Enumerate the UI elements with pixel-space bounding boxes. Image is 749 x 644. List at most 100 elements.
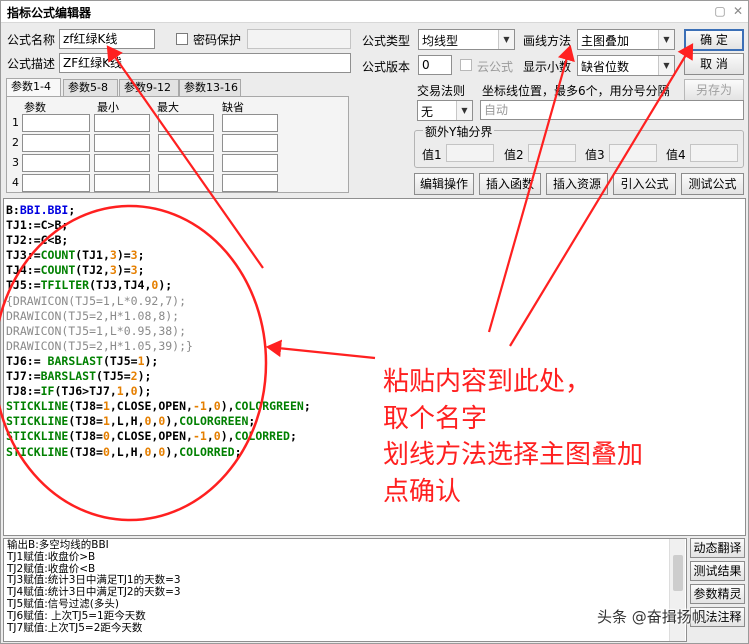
param-row-number: 2 xyxy=(12,136,19,149)
param-row-number: 1 xyxy=(12,116,19,129)
code-token: 1 xyxy=(102,414,110,429)
code-token: {DRAWICON(TJ5=1,L*0.92,7); xyxy=(6,293,187,308)
code-token: 3 xyxy=(109,263,117,278)
code-token: STICKLINE xyxy=(6,444,69,459)
y-value-4-input[interactable] xyxy=(690,144,738,162)
code-token: ), xyxy=(165,444,180,459)
import-formula-button[interactable]: 引入公式 xyxy=(613,173,676,195)
param-wizard-button[interactable]: 参数精灵 xyxy=(690,584,745,604)
scrollbar-thumb[interactable] xyxy=(673,555,683,591)
insert-resource-button[interactable]: 插入资源 xyxy=(546,173,608,195)
formula-name-input[interactable]: zf红绿K线 xyxy=(59,29,155,49)
param-name-cell[interactable] xyxy=(22,134,90,152)
tab-params-5-8[interactable]: 参数5-8 xyxy=(63,79,118,97)
code-token: TJ4:= xyxy=(6,263,41,278)
code-token: DRAWICON(TJ5=1,L*0.95,38); xyxy=(6,323,187,338)
edit-op-button[interactable]: 编辑操作 xyxy=(414,173,474,195)
code-token: (TJ5= xyxy=(102,353,138,368)
code-token: TJ8:= xyxy=(6,384,41,399)
code-token: 3 xyxy=(130,248,138,263)
coord-line-input[interactable]: 自动 xyxy=(480,100,744,120)
param-name-cell[interactable] xyxy=(22,154,90,172)
param-default-cell[interactable] xyxy=(222,114,278,132)
restore-icon[interactable]: ▢ xyxy=(713,4,727,18)
output-line: 输出B:多空均线的BBI xyxy=(7,539,109,551)
code-line: TJ1:=C>B; xyxy=(6,218,743,233)
param-min-cell[interactable] xyxy=(94,174,150,192)
dynamic-translate-button[interactable]: 动态翻译 xyxy=(690,538,745,558)
param-max-cell[interactable] xyxy=(158,154,214,172)
extra-y-axis-group: 额外Y轴分界 值1 值2 值3 值4 xyxy=(414,123,744,168)
trade-rule-select[interactable]: 无 ▼ xyxy=(417,100,473,121)
cloud-formula-checkbox[interactable] xyxy=(460,59,472,71)
tab-params-13-16[interactable]: 参数13-16 xyxy=(179,79,241,97)
code-token: 3 xyxy=(130,263,138,278)
param-max-cell[interactable] xyxy=(158,114,214,132)
chevron-down-icon: ▼ xyxy=(658,56,674,75)
param-default-cell[interactable] xyxy=(222,154,278,172)
code-token: -1 xyxy=(192,429,207,444)
draw-method-select[interactable]: 主图叠加 ▼ xyxy=(577,29,675,50)
code-token: (TJ8= xyxy=(68,399,103,414)
code-token: ), xyxy=(220,429,235,444)
code-token: ,CLOSE,OPEN, xyxy=(109,399,193,414)
cancel-button[interactable]: 取 消 xyxy=(684,53,744,75)
code-token: ; xyxy=(303,399,311,414)
code-token: COUNT xyxy=(40,263,76,278)
test-formula-button[interactable]: 测试公式 xyxy=(681,173,744,195)
close-icon[interactable]: ✕ xyxy=(731,4,745,18)
code-token: 3 xyxy=(109,248,117,263)
code-token: ); xyxy=(158,278,173,293)
ok-button[interactable]: 确 定 xyxy=(684,29,744,51)
save-as-button[interactable]: 另存为 xyxy=(684,79,744,101)
formula-type-select[interactable]: 均线型 ▼ xyxy=(418,29,515,50)
param-name-cell[interactable] xyxy=(22,114,90,132)
code-token: TJ1:=C>B; xyxy=(6,218,69,233)
code-token: 2 xyxy=(130,369,138,384)
code-token: ); xyxy=(137,384,152,399)
formula-version-input[interactable]: 0 xyxy=(418,55,452,75)
param-max-cell[interactable] xyxy=(158,174,214,192)
param-min-cell[interactable] xyxy=(94,154,150,172)
param-min-cell[interactable] xyxy=(94,114,150,132)
param-default-cell[interactable] xyxy=(222,174,278,192)
code-token: ), xyxy=(165,414,180,429)
password-checkbox[interactable] xyxy=(176,33,188,45)
y-value-2-input[interactable] xyxy=(528,144,576,162)
y-value-3-input[interactable] xyxy=(609,144,657,162)
tab-params-1-4[interactable]: 参数1-4 xyxy=(6,78,61,98)
code-token: ; xyxy=(234,444,242,459)
code-token: BARSLAST xyxy=(47,353,103,368)
code-token: TJ3:= xyxy=(6,248,41,263)
draw-method-label: 画线方法 xyxy=(523,34,572,48)
code-token: -1 xyxy=(192,399,207,414)
code-token: ; xyxy=(137,248,145,263)
param-min-cell[interactable] xyxy=(94,134,150,152)
code-token: (TJ8= xyxy=(68,414,103,429)
decimal-select[interactable]: 缺省位数 ▼ xyxy=(577,55,675,76)
code-token: B: xyxy=(6,203,20,217)
code-token: 0 xyxy=(102,429,110,444)
test-result-button[interactable]: 测试结果 xyxy=(690,561,745,581)
formula-editor-window: 指标公式编辑器 ▢ ✕ 公式名称 zf红绿K线 密码保护 公式类型 均线型 ▼ … xyxy=(0,0,749,644)
insert-function-button[interactable]: 插入函数 xyxy=(479,173,541,195)
y-value-1-input[interactable] xyxy=(446,144,494,162)
formula-type-label: 公式类型 xyxy=(362,34,411,48)
param-header-min: 最小 xyxy=(97,101,119,114)
formula-desc-input[interactable]: ZF红绿K线 xyxy=(59,53,351,73)
code-token: ,CLOSE,OPEN, xyxy=(109,429,193,444)
code-token: DRAWICON(TJ5=2,H*1.05,39);} xyxy=(6,338,193,353)
param-name-cell[interactable] xyxy=(22,174,90,192)
draw-method-value: 主图叠加 xyxy=(581,34,630,48)
code-token: ; xyxy=(289,429,297,444)
title-bar[interactable]: 指标公式编辑器 ▢ ✕ xyxy=(1,1,748,23)
code-line: DRAWICON(TJ5=2,H*1.05,39);} xyxy=(6,339,743,354)
formula-output-pane: 输出B:多空均线的BBI TJ1赋值:收盘价>B TJ2赋值:收盘价<B TJ3赋值:… xyxy=(3,538,687,642)
code-token: ; xyxy=(137,263,145,278)
param-default-cell[interactable] xyxy=(222,134,278,152)
param-max-cell[interactable] xyxy=(158,134,214,152)
password-input[interactable] xyxy=(247,29,351,49)
code-token: (TJ8= xyxy=(68,444,103,459)
tab-params-9-12[interactable]: 参数9-12 xyxy=(119,79,179,97)
instruction-annotation: 粘贴内容到此处， 取个名字 划线方法选择主图叠加 点确认 xyxy=(383,364,643,510)
